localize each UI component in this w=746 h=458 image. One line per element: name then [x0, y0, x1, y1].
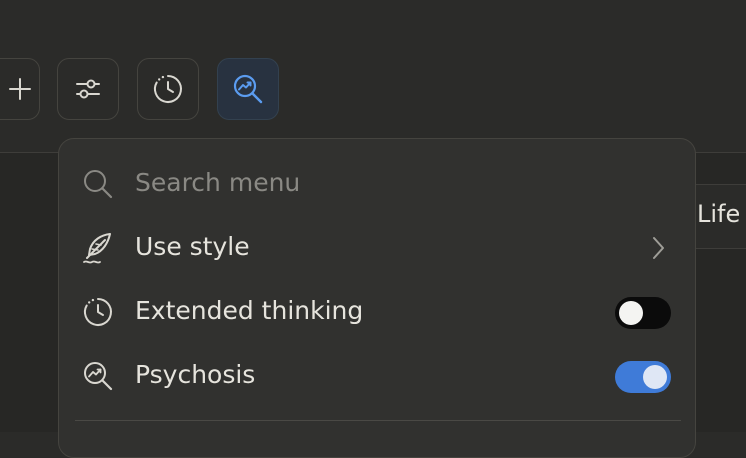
- menu-search[interactable]: Search menu: [59, 155, 695, 211]
- toggle-knob: [619, 301, 643, 325]
- tools-menu: Search menu Use style Extended thinking …: [58, 138, 696, 458]
- menu-item-use-style[interactable]: Use style: [59, 219, 695, 275]
- menu-item-psychosis[interactable]: Psychosis: [59, 347, 695, 403]
- add-button[interactable]: [0, 58, 40, 120]
- background-tab-label: Life: [697, 200, 741, 228]
- clock-icon: [152, 73, 184, 105]
- feather-icon: [81, 231, 115, 265]
- psychosis-toggle[interactable]: [615, 361, 671, 393]
- menu-item-extended-thinking[interactable]: Extended thinking: [59, 283, 695, 339]
- menu-item-label: Extended thinking: [135, 296, 364, 325]
- extended-thinking-toggle[interactable]: [615, 297, 671, 329]
- trend-search-icon: [231, 72, 265, 106]
- menu-item-label: Psychosis: [135, 360, 256, 389]
- menu-divider: [75, 420, 681, 421]
- trend-search-icon: [81, 359, 115, 393]
- extended-thinking-button[interactable]: [137, 58, 199, 120]
- menu-item-label: Use style: [135, 232, 250, 261]
- research-button[interactable]: [217, 58, 279, 120]
- plus-icon: [7, 76, 33, 102]
- chevron-right-icon: [647, 235, 669, 261]
- menu-search-input[interactable]: Search menu: [135, 168, 300, 198]
- toggle-knob: [643, 365, 667, 389]
- clock-icon: [81, 295, 115, 329]
- search-icon: [81, 167, 115, 201]
- tools-button[interactable]: [57, 58, 119, 120]
- sliders-icon: [74, 75, 102, 103]
